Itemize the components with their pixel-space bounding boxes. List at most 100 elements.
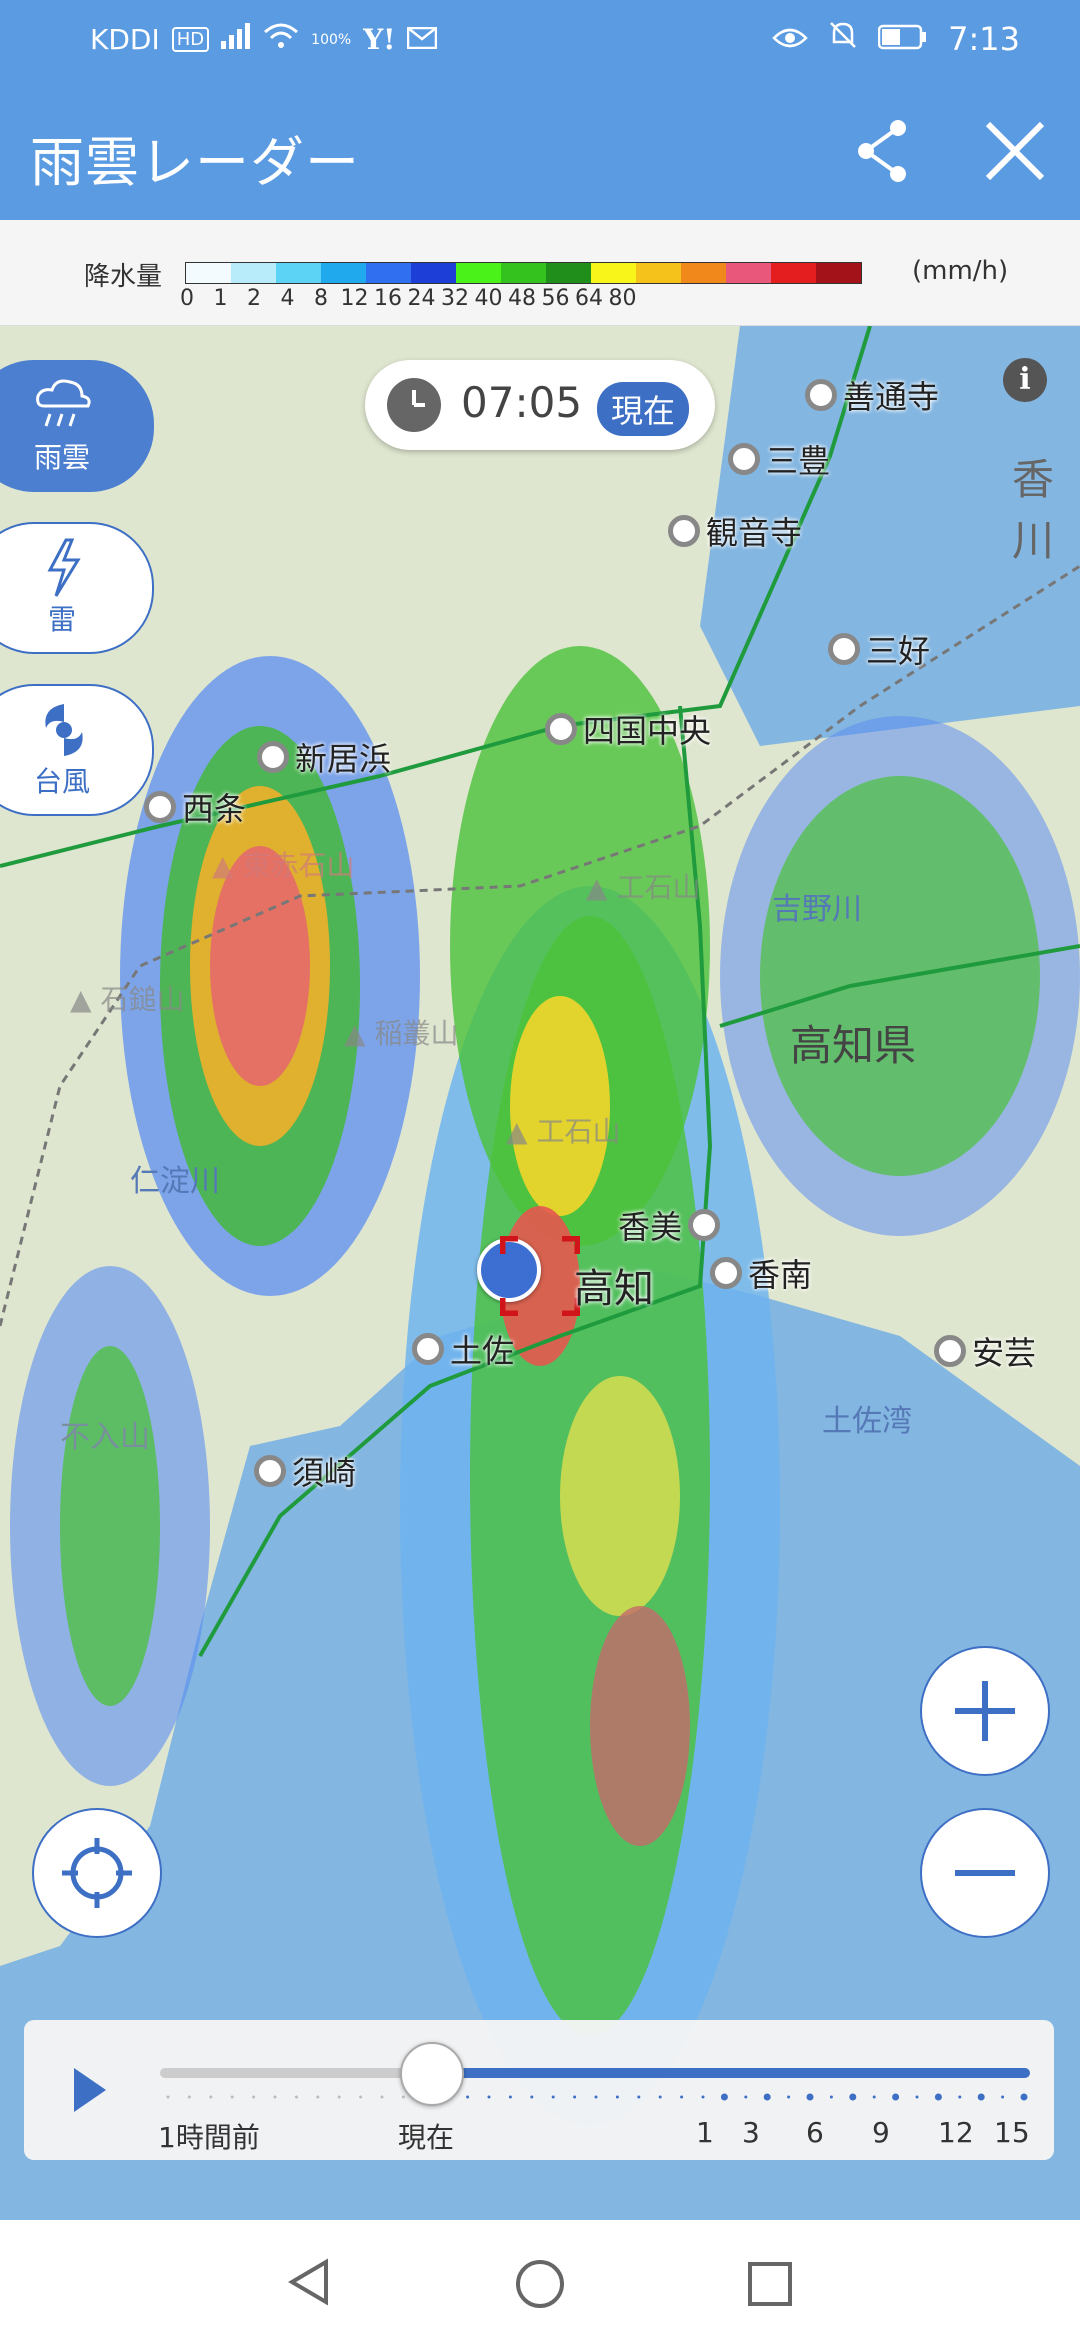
slider-thumb[interactable]: [400, 2042, 464, 2106]
slider-dot: [252, 2095, 256, 2099]
rain-cloud-icon: [32, 374, 96, 438]
carrier-label: KDDI: [90, 23, 160, 56]
legend-color-bar: [185, 262, 862, 284]
home-icon[interactable]: [514, 2258, 566, 2310]
info-icon[interactable]: i: [1003, 358, 1047, 402]
mountain-label-irazu: 不入山: [60, 1420, 150, 1455]
battery-icon: [877, 20, 928, 58]
status-left: KDDI HD 100% Y!: [90, 22, 438, 57]
slider-dot: [849, 2093, 857, 2101]
mail-icon: [407, 23, 438, 56]
slider-dot: [187, 2095, 191, 2099]
mountain-label-higashiakaishi: ▲ 東赤石山: [212, 849, 355, 882]
slider-dot: [380, 2095, 384, 2099]
clock-icon: [387, 378, 441, 432]
recents-icon[interactable]: [746, 2260, 794, 2308]
slider-dot: [401, 2095, 405, 2099]
slider-dot: [872, 2095, 876, 2099]
slider-future-tick: 1: [696, 2116, 714, 2149]
legend-swatch: [546, 263, 591, 283]
zoom-out-button[interactable]: [920, 1808, 1050, 1938]
city-miyoshi: 三好: [828, 626, 930, 672]
slider-dot: [294, 2095, 298, 2099]
target-marker-icon: [500, 1236, 580, 1316]
legend-swatch: [321, 263, 366, 283]
slider-label-now: 現在: [398, 2121, 455, 2154]
slider-dot: [273, 2095, 277, 2099]
typhoon-button[interactable]: 台風: [0, 684, 154, 816]
play-icon[interactable]: [74, 2068, 106, 2112]
slider-dot: [466, 2095, 470, 2099]
slider-dot: [316, 2095, 320, 2099]
hd-badge: HD: [171, 27, 210, 52]
share-icon[interactable]: [848, 116, 918, 186]
precipitation-legend: 降水量 0 1 2 4 8 12 16 24 32 40 48 56 64 80 (mm/h): [0, 220, 1080, 326]
slider-future-tick: 15: [994, 2116, 1030, 2149]
slider-dot: [1001, 2095, 1005, 2099]
slider-dot: [934, 2093, 942, 2101]
city-konan: 香南: [710, 1250, 812, 1296]
slider-dot: [763, 2093, 771, 2101]
legend-swatch: [366, 263, 411, 283]
time-slider-panel: 1時間前 現在 1 3 6 9 12 15: [24, 2020, 1054, 2160]
locate-button[interactable]: [32, 1808, 162, 1938]
legend-swatch: [591, 263, 636, 283]
slider-dot: [209, 2095, 213, 2099]
slider-dot: [337, 2095, 341, 2099]
battery-percent: 100%: [311, 31, 352, 48]
legend-swatch: [771, 263, 816, 283]
city-tosa: 土佐: [412, 1326, 514, 1372]
legend-swatch: [636, 263, 681, 283]
slider-dot: [829, 2095, 833, 2099]
slider-dot: [594, 2095, 598, 2099]
legend-tick: 0: [180, 286, 194, 311]
legend-swatch: [276, 263, 321, 283]
legend-tick: 1: [213, 286, 228, 311]
slider-future-tick: 9: [872, 2116, 890, 2149]
mountain-label-kuishi-2: ▲ 工石山: [506, 1115, 621, 1148]
legend-tick: 24: [407, 286, 436, 311]
slider-dot: [658, 2095, 662, 2099]
slider-dots: [166, 2093, 1028, 2101]
river-yoshino: 吉野川: [772, 892, 862, 927]
legend-swatch: [186, 263, 231, 283]
slider-dot: [977, 2093, 985, 2101]
legend-tick: 4: [280, 286, 295, 311]
legend-tick: 12: [340, 286, 369, 311]
mute-bell-icon: [828, 20, 858, 58]
slider-dot: [359, 2095, 363, 2099]
slider-track-future[interactable]: [454, 2068, 1030, 2078]
slider-dot: [487, 2095, 491, 2099]
city-aki: 安芸: [934, 1328, 1036, 1374]
legend-swatch: [681, 263, 726, 283]
radar-map[interactable]: 善通寺 三豊 観音寺 三好 四国中央 新居浜 西条 香美 香南 土佐 須崎 安芸…: [0, 326, 1080, 2220]
lightning-button[interactable]: 雷: [0, 522, 154, 654]
time-indicator: 07:05 現在: [365, 360, 715, 450]
legend-unit: (mm/h): [912, 256, 1009, 286]
radar-time: 07:05: [461, 378, 583, 427]
legend-swatch: [456, 263, 501, 283]
rain-cloud-button[interactable]: 雨雲: [0, 360, 154, 492]
legend-ticks: 0 1 2 4 8 12 16 24 32 40 48 56 64 80: [175, 286, 895, 316]
zoom-in-button[interactable]: [920, 1646, 1050, 1776]
eye-icon: [772, 20, 808, 58]
slider-future-tick: 6: [806, 2116, 824, 2149]
mountain-label-ishizuchi: ▲ 石鎚山: [70, 983, 185, 1016]
crosshair-icon: [62, 1838, 132, 1908]
legend-tick: 56: [541, 286, 570, 311]
app-header: 雨雲レーダー: [0, 80, 1080, 220]
legend-tick: 80: [608, 286, 637, 311]
city-niihama: 新居浜: [257, 734, 391, 780]
system-nav-bar: [0, 2220, 1080, 2340]
slider-dot: [551, 2095, 555, 2099]
legend-swatch: [726, 263, 771, 283]
wifi-icon: [263, 22, 299, 57]
city-kami: 香美: [618, 1202, 721, 1248]
city-zentsuji: 善通寺: [805, 372, 939, 418]
slider-dot: [744, 2095, 748, 2099]
status-right: 7:13: [772, 20, 1020, 58]
rain-cloud-label: 雨雲: [33, 441, 90, 474]
back-icon[interactable]: [286, 2258, 334, 2306]
slider-dot: [573, 2095, 577, 2099]
close-icon[interactable]: [980, 116, 1050, 186]
